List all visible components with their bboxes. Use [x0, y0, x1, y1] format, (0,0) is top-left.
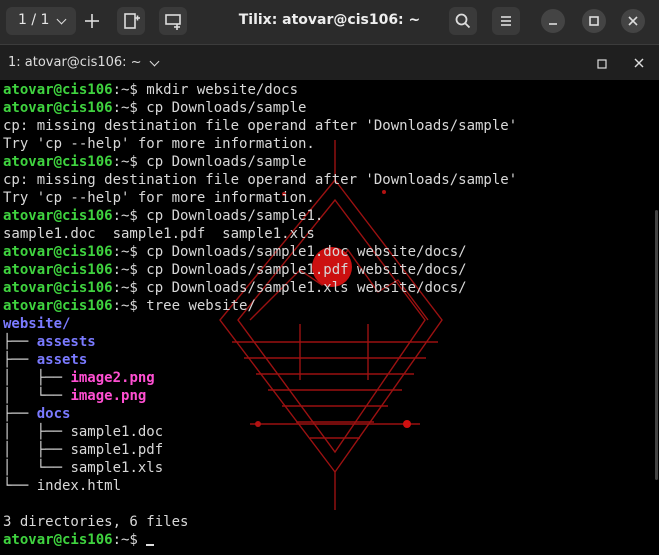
search-icon	[455, 13, 471, 29]
title-bar: 1 / 1 Tilix: atovar@cis106: ~	[0, 0, 659, 44]
terminal-output: atovar@cis106:~$ mkdir website/docs atova…	[3, 81, 517, 549]
terminal-line: atovar@cis106:~$ cp Downloads/sample1.	[3, 208, 324, 224]
terminal-line: cp: missing destination file operand aft…	[3, 118, 518, 134]
menu-button[interactable]	[492, 7, 520, 35]
tree-root: website/	[3, 316, 71, 332]
terminal-line: sample1.doc sample1.pdf sample1.xls	[3, 226, 315, 242]
tree-entry: ├── assests	[3, 334, 96, 350]
hamburger-menu-icon	[501, 16, 511, 26]
close-terminal-icon[interactable]	[633, 57, 645, 69]
tree-entry: ├── assets	[3, 352, 88, 368]
tree-entry: │ ├── sample1.pdf	[3, 442, 164, 458]
tree-entry: │ ├── image2.png	[3, 370, 155, 386]
terminal-line: atovar@cis106:~$ tree website/	[3, 298, 256, 314]
terminal-window: 1 / 1 Tilix: atovar@cis106: ~ 1: atovar@…	[0, 0, 659, 555]
terminal-line: atovar@cis106:~$ mkdir website/docs	[3, 82, 299, 98]
maximize-terminal-icon[interactable]	[596, 58, 608, 70]
terminal-line: atovar@cis106:~$	[3, 531, 517, 549]
terminal-tab-bar: 1: atovar@cis106: ~	[0, 44, 659, 81]
terminal-line: atovar@cis106:~$ cp Downloads/sample1.do…	[3, 244, 467, 260]
tree-entry: │ ├── sample1.doc	[3, 424, 164, 440]
terminal-line: atovar@cis106:~$ cp Downloads/sample1.xl…	[3, 280, 467, 296]
minimize-button[interactable]	[541, 9, 565, 33]
close-icon	[628, 16, 638, 26]
find-button[interactable]	[449, 7, 477, 35]
terminal-line: atovar@cis106:~$ cp Downloads/sample1.pd…	[3, 262, 467, 278]
terminal-tab-title[interactable]: 1: atovar@cis106: ~	[8, 55, 142, 70]
terminal-area[interactable]: atovar@cis106:~$ mkdir website/docs atova…	[0, 80, 659, 555]
tree-summary: 3 directories, 6 files	[3, 514, 189, 530]
tree-entry: │ └── sample1.xls	[3, 460, 164, 476]
text-cursor	[146, 544, 155, 546]
terminal-line: atovar@cis106:~$ cp Downloads/sample	[3, 100, 307, 116]
terminal-line: Try 'cp --help' for more information.	[3, 190, 315, 206]
chevron-down-icon[interactable]	[149, 56, 160, 67]
terminal-line: cp: missing destination file operand aft…	[3, 172, 518, 188]
minimize-icon	[549, 23, 557, 25]
tree-entry: │ └── image.png	[3, 388, 147, 404]
tree-entry: ├── docs	[3, 406, 71, 422]
maximize-icon	[589, 16, 599, 26]
tree-entry: └── index.html	[3, 478, 122, 494]
scrollbar[interactable]	[655, 210, 658, 480]
maximize-button[interactable]	[582, 9, 606, 33]
close-button[interactable]	[621, 9, 645, 33]
terminal-line: Try 'cp --help' for more information.	[3, 136, 315, 152]
terminal-line: atovar@cis106:~$ cp Downloads/sample	[3, 154, 307, 170]
